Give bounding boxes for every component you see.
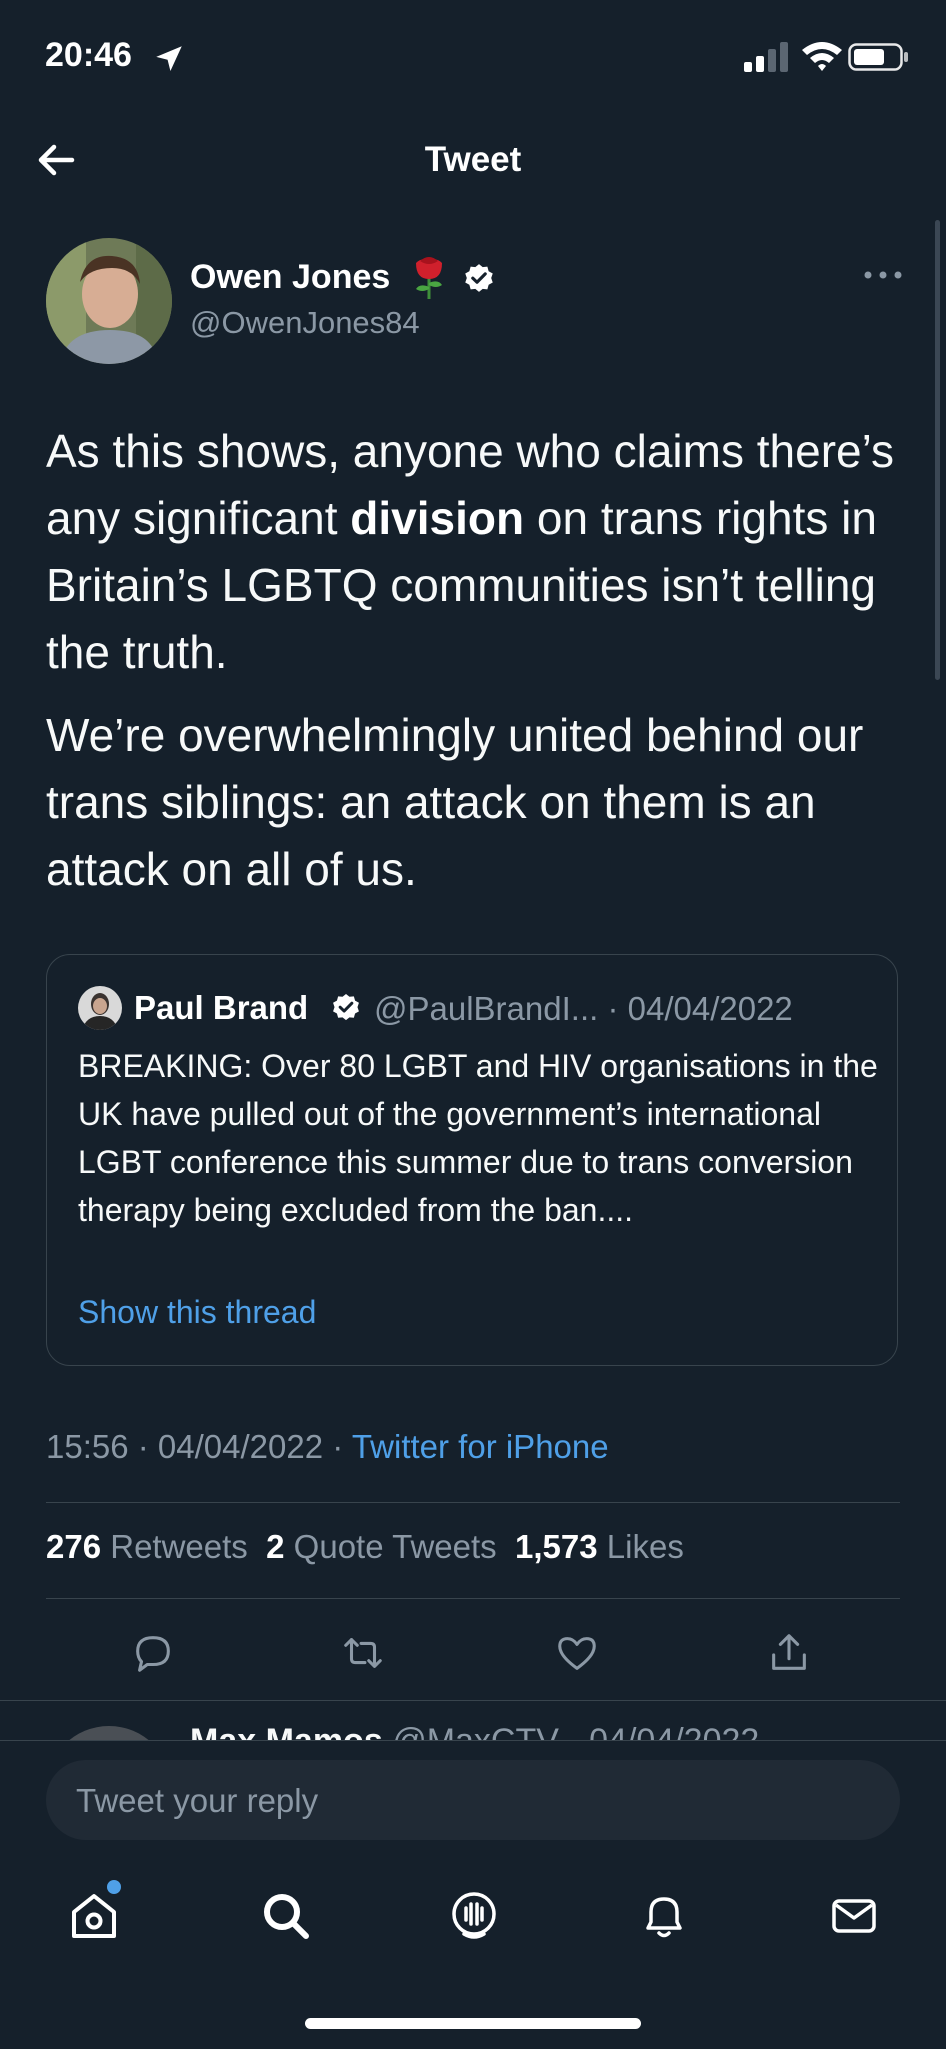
signal-icon	[744, 40, 794, 72]
author-handle[interactable]: @OwenJones84	[190, 305, 420, 341]
location-arrow-icon	[152, 42, 186, 76]
tweet-time: 15:56	[46, 1428, 129, 1465]
more-icon[interactable]	[862, 268, 904, 282]
quoted-author-name: Paul Brand	[134, 989, 309, 1026]
divider	[46, 1502, 900, 1503]
author-avatar[interactable]	[46, 238, 172, 364]
quoted-author-avatar	[78, 986, 122, 1030]
like-icon[interactable]	[554, 1630, 600, 1676]
tweet-bold-word: division	[350, 492, 525, 544]
page-title: Tweet	[424, 140, 522, 179]
notifications-icon[interactable]	[636, 1888, 692, 1944]
reply-icon[interactable]	[130, 1630, 176, 1676]
quoted-date: 04/04/2022	[627, 990, 793, 1027]
tweet-source-link[interactable]: Twitter for iPhone	[352, 1428, 609, 1465]
home-indicator	[305, 2018, 641, 2029]
search-icon[interactable]	[258, 1888, 314, 1944]
tweet-text-paragraph-2: We’re overwhelmingly united behind our t…	[46, 709, 864, 895]
quote-tweets-stat[interactable]: 2 Quote Tweets	[266, 1528, 497, 1565]
likes-stat[interactable]: 1,573 Likes	[515, 1528, 684, 1565]
tweet-text-paragraph-1: As this shows, anyone who claims there’s…	[46, 425, 894, 678]
retweet-icon[interactable]	[340, 1630, 386, 1676]
battery-icon	[848, 43, 910, 71]
status-time: 20:46	[45, 36, 132, 74]
quoted-author-meta: @PaulBrandI... · 04/04/2022	[374, 990, 793, 1027]
rose-emoji-icon	[408, 253, 450, 301]
quoted-author-handle: @PaulBrandI...	[374, 990, 599, 1027]
quoted-tweet-text: BREAKING: Over 80 LGBT and HIV organisat…	[78, 1048, 878, 1228]
show-thread-link[interactable]: Show this thread	[78, 1294, 316, 1331]
author-name[interactable]: Owen Jones	[190, 258, 390, 297]
reply-input-placeholder: Tweet your reply	[76, 1782, 319, 1819]
verified-badge-icon	[462, 262, 496, 296]
messages-icon[interactable]	[826, 1888, 882, 1944]
divider	[46, 1598, 900, 1599]
tweet-date: 04/04/2022	[157, 1428, 324, 1465]
tweet-timestamp: 15:56 · 04/04/2022 · Twitter for iPhone	[46, 1428, 609, 1465]
verified-badge-icon	[330, 992, 362, 1024]
scrollbar[interactable]	[935, 220, 940, 680]
home-icon[interactable]	[66, 1888, 122, 1944]
spaces-icon[interactable]	[446, 1888, 502, 1944]
unread-dot	[107, 1880, 121, 1894]
divider	[0, 1700, 946, 1701]
wifi-icon	[800, 38, 844, 72]
retweets-stat[interactable]: 276 Retweets	[46, 1528, 248, 1565]
share-icon[interactable]	[766, 1630, 812, 1676]
tweet-stats: 276 Retweets 2 Quote Tweets 1,573 Likes	[46, 1528, 684, 1566]
